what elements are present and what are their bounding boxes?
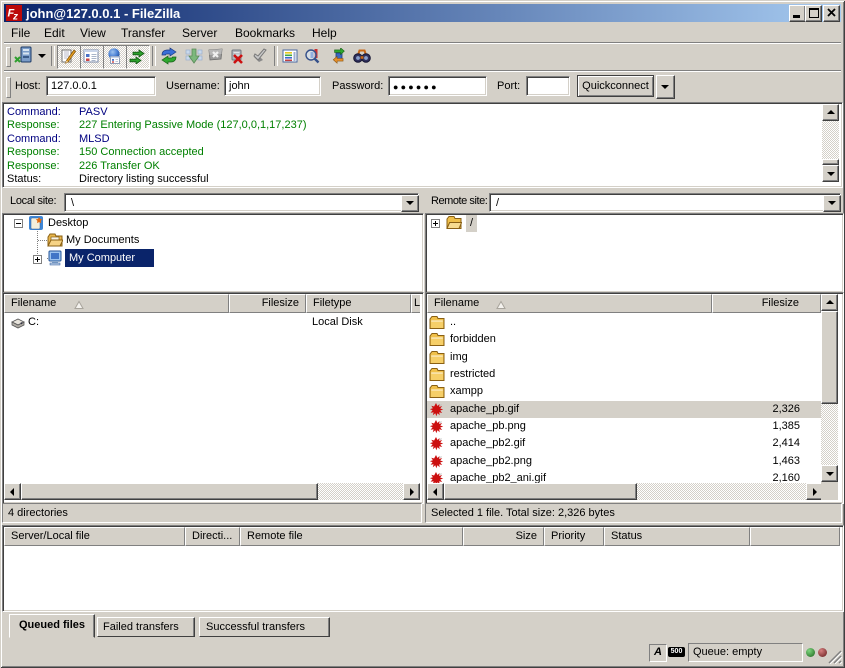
- svg-text:z: z: [12, 12, 18, 22]
